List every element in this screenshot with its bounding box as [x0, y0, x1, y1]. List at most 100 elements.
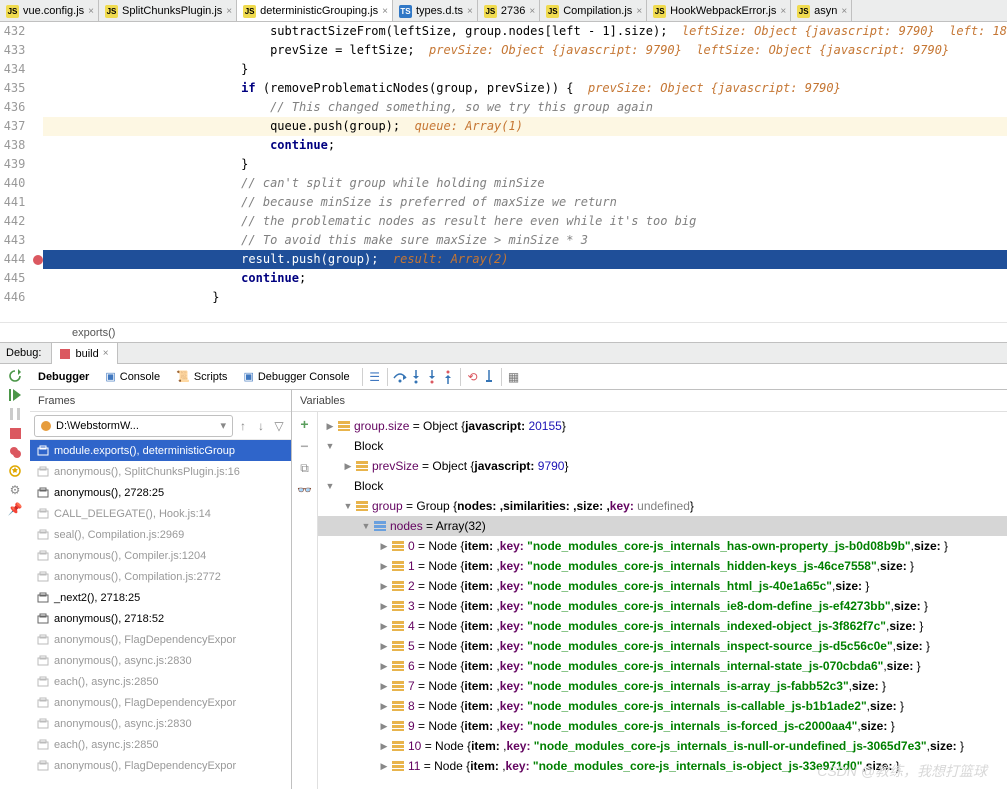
close-icon[interactable]: ×: [226, 6, 232, 17]
expand-arrow-icon[interactable]: ▶: [378, 561, 390, 572]
next-frame-icon[interactable]: ↓: [253, 418, 269, 434]
close-icon[interactable]: ×: [467, 6, 473, 17]
stack-frame[interactable]: _next2(), 2718:25: [30, 587, 291, 608]
add-watch-icon[interactable]: +: [297, 416, 313, 432]
variable-row[interactable]: ▶3 = Node {item: ,key: "node_modules_cor…: [318, 596, 1007, 616]
pin-icon[interactable]: 📌: [7, 501, 23, 517]
show-execution-point-icon[interactable]: ☰: [367, 369, 383, 385]
expand-arrow-icon[interactable]: ▶: [378, 621, 390, 632]
stack-frame[interactable]: seal(), Compilation.js:2969: [30, 524, 291, 545]
variable-row[interactable]: ▶6 = Node {item: ,key: "node_modules_cor…: [318, 656, 1007, 676]
breakpoint-gutter[interactable]: [33, 22, 43, 322]
close-icon[interactable]: ×: [103, 348, 109, 359]
variable-row[interactable]: ▶10 = Node {item: ,key: "node_modules_co…: [318, 736, 1007, 756]
code-line[interactable]: continue;: [43, 269, 1007, 288]
file-tab[interactable]: JSCompilation.js×: [540, 0, 647, 22]
stack-frame[interactable]: anonymous(), FlagDependencyExpor: [30, 755, 291, 776]
debug-config-tab[interactable]: build ×: [51, 342, 117, 364]
code-line[interactable]: // the problematic nodes as result here …: [43, 212, 1007, 231]
stack-frame[interactable]: anonymous(), 2728:25: [30, 482, 291, 503]
stack-frame[interactable]: anonymous(), FlagDependencyExpor: [30, 692, 291, 713]
code-line[interactable]: }: [43, 288, 1007, 307]
variable-row[interactable]: ▶1 = Node {item: ,key: "node_modules_cor…: [318, 556, 1007, 576]
filter-icon[interactable]: ▽: [271, 418, 287, 434]
close-icon[interactable]: ×: [780, 6, 786, 17]
variable-row[interactable]: ▶8 = Node {item: ,key: "node_modules_cor…: [318, 696, 1007, 716]
tab-debugger-console[interactable]: ▣Debugger Console: [235, 370, 357, 383]
resume-icon[interactable]: [7, 387, 23, 403]
stack-frame[interactable]: CALL_DELEGATE(), Hook.js:14: [30, 503, 291, 524]
step-out-icon[interactable]: [440, 369, 456, 385]
code-line[interactable]: subtractSizeFrom(leftSize, group.nodes[l…: [43, 22, 1007, 41]
stack-frame[interactable]: each(), async.js:2850: [30, 671, 291, 692]
variable-row[interactable]: ▶group.size = Object {javascript: 20155}: [318, 416, 1007, 436]
expand-arrow-icon[interactable]: ▶: [378, 541, 390, 552]
variable-row[interactable]: ▼nodes = Array(32): [318, 516, 1007, 536]
variable-row[interactable]: ▶prevSize = Object {javascript: 9790}: [318, 456, 1007, 476]
variable-row[interactable]: ▶7 = Node {item: ,key: "node_modules_cor…: [318, 676, 1007, 696]
run-to-cursor-icon[interactable]: [481, 369, 497, 385]
code-line[interactable]: queue.push(group); queue: Array(1): [43, 117, 1007, 136]
file-tab[interactable]: JSasyn×: [791, 0, 852, 22]
code-area[interactable]: subtractSizeFrom(leftSize, group.nodes[l…: [43, 22, 1007, 322]
breakpoint-icon[interactable]: [33, 255, 43, 265]
stack-frame[interactable]: anonymous(), SplitChunksPlugin.js:16: [30, 461, 291, 482]
stack-frame[interactable]: anonymous(), async.js:2830: [30, 713, 291, 734]
rerun-icon[interactable]: [7, 368, 23, 384]
expand-arrow-icon[interactable]: ▼: [342, 501, 354, 511]
view-breakpoints-icon[interactable]: [7, 444, 23, 460]
expand-arrow-icon[interactable]: ▶: [378, 601, 390, 612]
close-icon[interactable]: ×: [529, 6, 535, 17]
code-line[interactable]: // because minSize is preferred of maxSi…: [43, 193, 1007, 212]
code-line[interactable]: if (removeProblematicNodes(group, prevSi…: [43, 79, 1007, 98]
code-line[interactable]: }: [43, 60, 1007, 79]
variable-row[interactable]: ▼Block: [318, 436, 1007, 456]
stack-frame[interactable]: each(), async.js:2850: [30, 734, 291, 755]
file-tab[interactable]: JS2736×: [478, 0, 540, 22]
expand-arrow-icon[interactable]: ▼: [360, 521, 372, 531]
code-editor[interactable]: 4324334344354364374384394404414424434444…: [0, 22, 1007, 322]
drop-frame-icon[interactable]: ⟲: [465, 369, 481, 385]
expand-arrow-icon[interactable]: ▼: [324, 481, 336, 491]
variable-row[interactable]: ▶0 = Node {item: ,key: "node_modules_cor…: [318, 536, 1007, 556]
variable-row[interactable]: ▶5 = Node {item: ,key: "node_modules_cor…: [318, 636, 1007, 656]
code-line[interactable]: prevSize = leftSize; prevSize: Object {j…: [43, 41, 1007, 60]
variable-row[interactable]: ▶2 = Node {item: ,key: "node_modules_cor…: [318, 576, 1007, 596]
pause-icon[interactable]: [7, 406, 23, 422]
expand-arrow-icon[interactable]: ▼: [324, 441, 336, 451]
variable-row[interactable]: ▶4 = Node {item: ,key: "node_modules_cor…: [318, 616, 1007, 636]
close-icon[interactable]: ×: [88, 6, 94, 17]
glasses-icon[interactable]: 👓: [297, 482, 313, 498]
stack-frame[interactable]: anonymous(), FlagDependencyExpor: [30, 629, 291, 650]
expand-arrow-icon[interactable]: ▶: [378, 661, 390, 672]
close-icon[interactable]: ×: [636, 6, 642, 17]
file-tab[interactable]: JSdeterministicGrouping.js×: [237, 0, 393, 22]
code-line[interactable]: // This changed something, so we try thi…: [43, 98, 1007, 117]
force-step-into-icon[interactable]: [424, 369, 440, 385]
prev-frame-icon[interactable]: ↑: [235, 418, 251, 434]
stack-frame[interactable]: anonymous(), Compilation.js:2772: [30, 566, 291, 587]
variable-row[interactable]: ▼Block: [318, 476, 1007, 496]
variables-tree[interactable]: ▶group.size = Object {javascript: 20155}…: [318, 412, 1007, 789]
frames-list[interactable]: module.exports(), deterministicGroupanon…: [30, 440, 291, 789]
stack-frame[interactable]: anonymous(), async.js:2830: [30, 650, 291, 671]
close-icon[interactable]: ×: [382, 6, 388, 17]
stack-frame[interactable]: anonymous(), 2718:52: [30, 608, 291, 629]
expand-arrow-icon[interactable]: ▶: [378, 701, 390, 712]
code-line[interactable]: // can't split group while holding minSi…: [43, 174, 1007, 193]
expand-arrow-icon[interactable]: ▶: [324, 421, 336, 432]
file-tab[interactable]: JSHookWebpackError.js×: [647, 0, 791, 22]
expand-arrow-icon[interactable]: ▶: [342, 461, 354, 472]
code-line[interactable]: // To avoid this make sure maxSize > min…: [43, 231, 1007, 250]
stop-icon[interactable]: [7, 425, 23, 441]
tab-scripts[interactable]: 📜Scripts: [168, 370, 235, 383]
file-tab[interactable]: JSSplitChunksPlugin.js×: [99, 0, 237, 22]
copy-icon[interactable]: ⧉: [297, 460, 313, 476]
step-over-icon[interactable]: [392, 369, 408, 385]
code-line[interactable]: }: [43, 155, 1007, 174]
remove-watch-icon[interactable]: −: [297, 438, 313, 454]
expand-arrow-icon[interactable]: ▶: [378, 761, 390, 772]
expand-arrow-icon[interactable]: ▶: [378, 641, 390, 652]
file-tab[interactable]: TStypes.d.ts×: [393, 0, 478, 22]
stack-frame[interactable]: module.exports(), deterministicGroup: [30, 440, 291, 461]
